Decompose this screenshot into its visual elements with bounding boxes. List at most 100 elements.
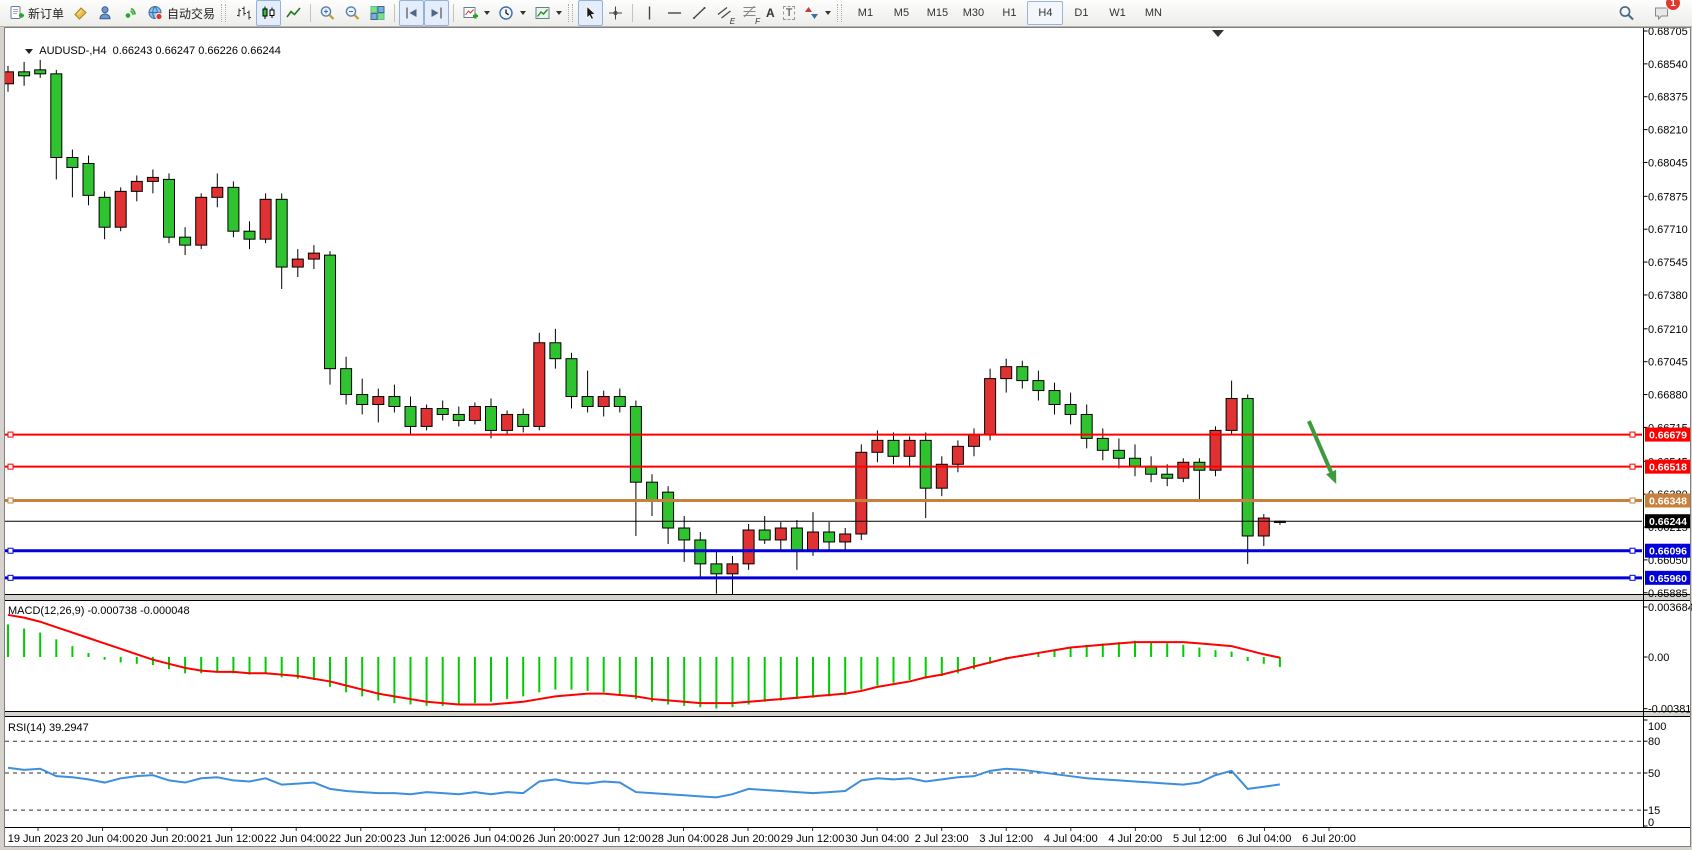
notifications-button[interactable]: 1 — [1649, 0, 1674, 26]
hline-handle[interactable] — [8, 498, 13, 503]
indicators-button[interactable] — [458, 0, 494, 26]
tab-timeframe-D1[interactable]: D1 — [1063, 1, 1099, 25]
toolbar-grip — [568, 4, 573, 22]
tab-timeframe-M30[interactable]: M30 — [955, 1, 991, 25]
auto-scroll-button[interactable] — [399, 0, 424, 26]
equidistant-channel-button[interactable]: E — [712, 0, 737, 26]
hline-handle[interactable] — [1630, 432, 1635, 437]
time-tick-label: 4 Jul 20:00 — [1108, 833, 1162, 845]
trendline-button[interactable] — [687, 0, 712, 26]
crosshair-icon — [607, 5, 624, 21]
candle-body — [244, 231, 255, 239]
tile-windows-button[interactable] — [365, 0, 390, 26]
hline-handle[interactable] — [1630, 548, 1635, 553]
time-tick-label: 6 Jul 04:00 — [1238, 833, 1292, 845]
toolbar-right: 1 — [1614, 0, 1688, 26]
candlestick-chart-button[interactable] — [256, 0, 281, 26]
candle-body — [808, 532, 819, 550]
chart-plot-area[interactable] — [4, 27, 1691, 847]
candle-body — [582, 397, 593, 407]
bar-chart-button[interactable] — [231, 0, 256, 26]
chart-canvas: 0.687050.685400.683750.682100.680450.678… — [0, 27, 1692, 850]
hline-handle[interactable] — [8, 432, 13, 437]
chart-window: 0.687050.685400.683750.682100.680450.678… — [0, 27, 1692, 850]
cursor-button[interactable] — [578, 0, 603, 26]
hline-handle[interactable] — [8, 575, 13, 580]
candle-body — [969, 434, 980, 446]
periods-button[interactable] — [494, 0, 530, 26]
time-tick-label: 4 Jul 04:00 — [1044, 833, 1098, 845]
toolbar-grip — [837, 4, 842, 22]
candle-body — [228, 187, 239, 231]
tab-timeframe-MN[interactable]: MN — [1135, 1, 1171, 25]
new-order-button[interactable]: 新订单 — [4, 0, 68, 26]
time-tick-label: 28 Jun 20:00 — [716, 833, 780, 845]
hline-handle[interactable] — [8, 548, 13, 553]
axis-tick-label: 0.67875 — [1648, 191, 1688, 203]
fibonacci-button[interactable]: F — [737, 0, 762, 26]
zoom-out-icon — [344, 5, 361, 21]
tab-timeframe-H1[interactable]: H1 — [991, 1, 1027, 25]
candle-body — [67, 157, 78, 167]
zoom-out-button[interactable] — [340, 0, 365, 26]
candle-body — [985, 379, 996, 435]
candle-body — [502, 414, 513, 430]
candle-body — [888, 440, 899, 456]
dropdown-caret-icon — [484, 11, 490, 15]
vertical-line-icon — [641, 5, 658, 21]
market-watch-button[interactable] — [68, 0, 93, 26]
candle-body — [437, 408, 448, 414]
tab-timeframe-H4[interactable]: H4 — [1027, 1, 1063, 25]
axis-tick-label: 0.67710 — [1648, 224, 1688, 236]
zoom-in-button[interactable] — [315, 0, 340, 26]
candle-body — [775, 528, 786, 540]
line-chart-button[interactable] — [281, 0, 306, 26]
rsi-indicator-label: RSI(14) 39.2947 — [8, 722, 89, 734]
vertical-line-button[interactable] — [637, 0, 662, 26]
price-label-text: 0.66679 — [1649, 430, 1687, 442]
signals-button[interactable] — [118, 0, 143, 26]
horizontal-line-button[interactable] — [662, 0, 687, 26]
candle-body — [260, 199, 271, 239]
time-tick-label: 3 Jul 12:00 — [979, 833, 1033, 845]
tab-timeframe-M5[interactable]: M5 — [883, 1, 919, 25]
candle-body — [1113, 450, 1124, 458]
time-tick-label: 5 Jul 12:00 — [1173, 833, 1227, 845]
arrows-button[interactable] — [799, 0, 835, 26]
time-tick-label: 20 Jun 20:00 — [135, 833, 199, 845]
toolbar-separator — [632, 4, 633, 22]
pane-splitter[interactable] — [4, 595, 1691, 600]
autotrading-button[interactable]: 自动交易 — [143, 0, 219, 26]
tab-timeframe-W1[interactable]: W1 — [1099, 1, 1135, 25]
hline-handle[interactable] — [8, 464, 13, 469]
candle-body — [647, 482, 658, 500]
autotrading-label: 自动交易 — [167, 5, 215, 22]
axis-tick-label: 0.67045 — [1648, 357, 1688, 369]
search-button[interactable] — [1614, 0, 1639, 26]
tab-timeframe-M1[interactable]: M1 — [847, 1, 883, 25]
horizontal-line-icon — [666, 5, 683, 21]
price-label-0.65960: 0.65960 — [1645, 571, 1691, 585]
time-tick-label: 26 Jun 04:00 — [458, 833, 522, 845]
price-label-0.66348: 0.66348 — [1645, 494, 1691, 508]
navigator-button[interactable] — [93, 0, 118, 26]
time-tick-label: 27 Jun 12:00 — [587, 833, 651, 845]
time-tick-label: 22 Jun 20:00 — [329, 833, 393, 845]
hline-handle[interactable] — [1630, 498, 1635, 503]
candle-body — [1162, 474, 1173, 478]
tab-timeframe-M15[interactable]: M15 — [919, 1, 955, 25]
axis-tick-label: 0.66880 — [1648, 390, 1688, 402]
chart-dropdown-arrow[interactable] — [25, 49, 33, 54]
templates-button[interactable] — [530, 0, 566, 26]
rsi-axis-label: 100 — [1648, 721, 1666, 733]
candle-body — [35, 70, 46, 74]
hline-handle[interactable] — [1630, 575, 1635, 580]
candle-body — [1065, 405, 1076, 415]
time-tick-label: 6 Jul 20:00 — [1302, 833, 1356, 845]
candle-body — [19, 72, 30, 76]
hline-handle[interactable] — [1630, 464, 1635, 469]
text-button[interactable]: A — [762, 0, 779, 26]
crosshair-button[interactable] — [603, 0, 628, 26]
chart-shift-button[interactable] — [424, 0, 449, 26]
text-label-button[interactable]: T — [779, 0, 800, 26]
